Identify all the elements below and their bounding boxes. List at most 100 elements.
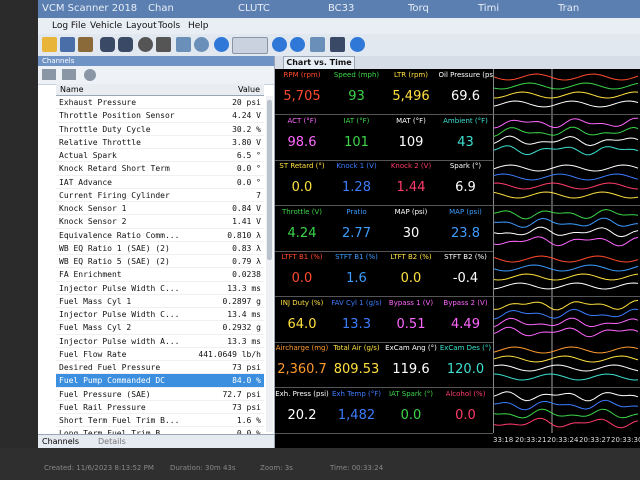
channel-row[interactable]: Injector Pulse width A... 13.3 ms bbox=[56, 335, 264, 348]
gauge-cell[interactable]: MAP (psi) 23.8 bbox=[439, 208, 493, 241]
gauge-cell[interactable]: Ambient (°F) 43 bbox=[439, 117, 493, 150]
channel-name: Knock Retard Short Term bbox=[59, 164, 170, 174]
menu-layout[interactable]: Layout bbox=[126, 21, 157, 31]
channel-row[interactable]: Current Firing Cylinder 7 bbox=[56, 189, 264, 202]
channel-row[interactable]: Fuel Pump Commanded DC 84.0 % bbox=[56, 374, 264, 388]
menu-tools[interactable]: Tools bbox=[158, 21, 180, 31]
gauge-cell[interactable]: MAT (°F) 109 bbox=[384, 117, 438, 150]
gauge-cell[interactable]: Bypass 2 (V) 4.49 bbox=[439, 299, 493, 332]
scrollbar[interactable] bbox=[266, 96, 273, 432]
tab-details[interactable]: Details bbox=[98, 437, 126, 446]
channel-row[interactable]: Exhaust Pressure 20 psi bbox=[56, 96, 264, 110]
gauge-label: Exh. Press (psi) bbox=[275, 389, 329, 398]
channel-row[interactable]: IAT Advance 0.0 ° bbox=[56, 176, 264, 189]
channel-row[interactable]: Knock Retard Short Term 0.0 ° bbox=[56, 162, 264, 176]
gauge-cell[interactable]: ExCam Ang (°) 119.6 bbox=[384, 344, 438, 377]
channel-row[interactable]: Desired Fuel Pressure 73 psi bbox=[56, 361, 264, 375]
trace-graph[interactable] bbox=[493, 296, 640, 343]
info-icon[interactable] bbox=[350, 37, 365, 52]
sensor-icon[interactable] bbox=[176, 37, 191, 52]
gauge-cell[interactable]: ACT (°F) 98.6 bbox=[275, 117, 329, 150]
gauge-cell[interactable]: ExCam Des (°) 120.0 bbox=[439, 344, 493, 377]
channel-row[interactable]: WB EQ Ratio 5 (SAE) (2) 0.79 λ bbox=[56, 255, 264, 269]
open-folder-icon[interactable] bbox=[42, 37, 57, 52]
vehicle-connect-icon[interactable] bbox=[100, 37, 115, 52]
menu-vehicle[interactable]: Vehicle bbox=[90, 21, 122, 31]
trace-graph[interactable] bbox=[493, 205, 640, 252]
gauge-cell[interactable]: Knock 1 (V) 1.28 bbox=[330, 162, 384, 195]
zoom-out-icon[interactable] bbox=[290, 37, 305, 52]
filter-icon[interactable] bbox=[42, 69, 56, 80]
column-name[interactable]: Name bbox=[60, 85, 84, 94]
trace-graph[interactable] bbox=[493, 342, 640, 388]
trace-graph[interactable] bbox=[493, 251, 640, 297]
channel-row[interactable]: Knock Sensor 2 1.41 V bbox=[56, 215, 264, 229]
channel-row[interactable]: Equivalence Ratio Comm... 0.810 λ bbox=[56, 229, 264, 242]
folder-icon[interactable] bbox=[62, 69, 76, 80]
gauge-cell[interactable]: STFT B2 (%) -0.4 bbox=[439, 253, 493, 286]
channel-row[interactable]: Short Term Fuel Trim B... 1.6 % bbox=[56, 414, 264, 428]
gauge-cell[interactable]: LTR (rpm) 5,496 bbox=[384, 71, 438, 104]
column-value[interactable]: Value bbox=[238, 85, 260, 94]
play-icon[interactable] bbox=[214, 37, 229, 52]
tab-channels[interactable]: Channels bbox=[42, 437, 79, 446]
channel-row[interactable]: Fuel Flow Rate 441.0649 lb/h bbox=[56, 348, 264, 361]
vehicle-info-icon[interactable] bbox=[118, 37, 133, 52]
trace-graph[interactable] bbox=[493, 160, 640, 206]
gauge-cell[interactable]: IAT Spark (°) 0.0 bbox=[384, 390, 438, 423]
gauge-cell[interactable]: Total Air (g/s) 809.53 bbox=[330, 344, 384, 377]
menu-log-file[interactable]: Log File bbox=[52, 21, 86, 31]
gauge-cell[interactable]: Bypass 1 (V) 0.51 bbox=[384, 299, 438, 332]
gauge-cell[interactable]: INJ Duty (%) 64.0 bbox=[275, 299, 329, 332]
save-as-icon[interactable] bbox=[78, 37, 93, 52]
gauge-cell[interactable]: STFT B1 (%) 1.6 bbox=[330, 253, 384, 286]
channel-row[interactable]: WB EQ Ratio 1 (SAE) (2) 0.83 λ bbox=[56, 242, 264, 255]
gauge-label: FAV Cyl 1 (g/s) bbox=[331, 298, 382, 307]
trace-graph[interactable] bbox=[493, 114, 640, 161]
gauge-icon[interactable] bbox=[194, 37, 209, 52]
export-icon[interactable] bbox=[330, 37, 345, 52]
channel-row[interactable]: Injector Pulse Width C... 13.3 ms bbox=[56, 282, 264, 295]
save-icon[interactable] bbox=[60, 37, 75, 52]
gauge-cell[interactable]: Aircharge (mg) 2,360.7 bbox=[275, 344, 329, 377]
gauge-cell[interactable]: Exh Temp (°F) 1,482 bbox=[330, 390, 384, 423]
gauge-cell[interactable]: Pratio 2.77 bbox=[330, 208, 384, 241]
gauge-cell[interactable]: RPM (rpm) 5,705 bbox=[275, 71, 329, 104]
gauge-cell[interactable]: Speed (mph) 93 bbox=[330, 71, 384, 104]
channel-row[interactable]: Actual Spark 6.5 ° bbox=[56, 149, 264, 163]
tab-chart-vs-time[interactable]: Chart vs. Time bbox=[283, 56, 355, 69]
channel-row[interactable]: Fuel Mass Cyl 2 0.2932 g bbox=[56, 321, 264, 335]
gauge-cell[interactable]: Exh. Press (psi) 20.2 bbox=[275, 390, 329, 423]
gauge-cell[interactable]: Alcohol (%) 0.0 bbox=[439, 390, 493, 423]
gauge-cell[interactable]: FAV Cyl 1 (g/s) 13.3 bbox=[330, 299, 384, 332]
gauge-cell[interactable]: LTFT B2 (%) 0.0 bbox=[384, 253, 438, 286]
gauge-cell[interactable]: Spark (°) 6.9 bbox=[439, 162, 493, 195]
record-icon[interactable] bbox=[138, 37, 153, 52]
time-tick: 20:33:24 bbox=[547, 436, 579, 444]
stop-icon[interactable] bbox=[156, 37, 171, 52]
channel-row[interactable]: Fuel Pressure (SAE) 72.7 psi bbox=[56, 388, 264, 401]
zoom-in-icon[interactable] bbox=[272, 37, 287, 52]
gauge-cell[interactable]: Oil Pressure (psi) 69.6 bbox=[439, 71, 493, 104]
menu-help[interactable]: Help bbox=[188, 21, 209, 31]
channel-row[interactable]: Fuel Rail Pressure 73 psi bbox=[56, 401, 264, 414]
trace-graph[interactable] bbox=[493, 69, 640, 115]
trace-graph[interactable] bbox=[493, 387, 640, 434]
playback-speed-select[interactable] bbox=[232, 37, 268, 54]
gauge-cell[interactable]: Knock 2 (V) 1.44 bbox=[384, 162, 438, 195]
channel-row[interactable]: Throttle Duty Cycle 30.2 % bbox=[56, 123, 264, 136]
channel-row[interactable]: FA Enrichment 0.0238 bbox=[56, 268, 264, 282]
channel-row[interactable]: Relative Throttle 3.80 V bbox=[56, 136, 264, 149]
gauge-cell[interactable]: LTFT B1 (%) 0.0 bbox=[275, 253, 329, 286]
channel-row[interactable]: Injector Pulse Width C... 13.4 ms bbox=[56, 308, 264, 322]
layout-icon[interactable] bbox=[310, 37, 325, 52]
gauge-cell[interactable]: IAT (°F) 101 bbox=[330, 117, 384, 150]
gauge-cell[interactable]: Throttle (V) 4.24 bbox=[275, 208, 329, 241]
gear-icon[interactable] bbox=[84, 69, 96, 81]
gauge-cell[interactable]: MAP (psi) 30 bbox=[384, 208, 438, 241]
scrollbar-thumb[interactable] bbox=[267, 100, 272, 260]
channel-row[interactable]: Throttle Position Sensor 4.24 V bbox=[56, 109, 264, 123]
channel-row[interactable]: Knock Sensor 1 0.84 V bbox=[56, 202, 264, 216]
channel-row[interactable]: Fuel Mass Cyl 1 0.2897 g bbox=[56, 295, 264, 308]
gauge-cell[interactable]: ST Retard (°) 0.0 bbox=[275, 162, 329, 195]
